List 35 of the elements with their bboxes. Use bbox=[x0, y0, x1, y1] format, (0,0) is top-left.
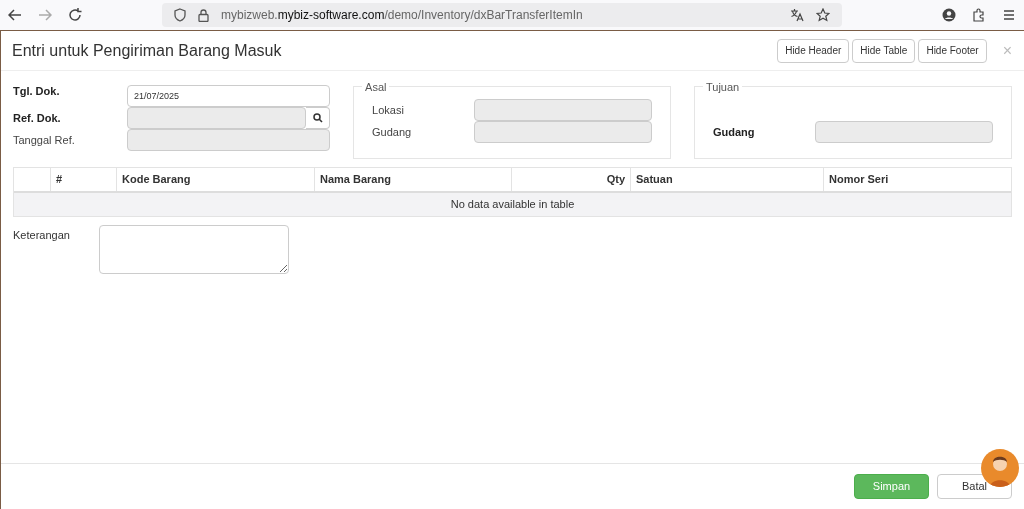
field-label: Lokasi bbox=[372, 102, 405, 118]
reload-icon[interactable] bbox=[68, 8, 82, 22]
translate-icon[interactable] bbox=[790, 8, 804, 22]
input-field[interactable] bbox=[474, 99, 653, 121]
field-label: Gudang bbox=[372, 124, 413, 140]
input-field[interactable]: 21/07/2025 bbox=[127, 85, 331, 107]
shield-icon bbox=[174, 8, 186, 22]
header-button[interactable]: Hide Table bbox=[852, 38, 916, 63]
star-icon[interactable] bbox=[816, 8, 830, 22]
notes-field[interactable] bbox=[99, 225, 289, 274]
field-label: Gudang bbox=[713, 124, 756, 140]
modal-title: Entri untuk Pengiriman Barang Masuk bbox=[12, 40, 283, 61]
lock-icon bbox=[198, 8, 209, 22]
field-label: Tgl. Dok. bbox=[13, 83, 61, 99]
field-label: Tanggal Ref. bbox=[13, 132, 76, 148]
input-field[interactable] bbox=[815, 121, 993, 143]
back-icon[interactable] bbox=[8, 8, 22, 22]
empty-table-message: No data available in table bbox=[14, 193, 1011, 216]
header-button[interactable]: Hide Header bbox=[777, 38, 850, 63]
search-icon bbox=[312, 113, 323, 123]
column-header: Qty bbox=[606, 172, 625, 188]
column-header: Nama Barang bbox=[320, 172, 391, 188]
url-text: mybizweb.mybiz-software.com/demo/Inventory/dxBarTransferItemIn bbox=[221, 7, 583, 24]
header-button[interactable]: Hide Footer bbox=[918, 38, 987, 63]
column-header: Kode Barang bbox=[122, 172, 191, 188]
column-header: # bbox=[56, 172, 63, 188]
notes-label: Keterangan bbox=[13, 228, 71, 243]
input-field[interactable] bbox=[474, 121, 653, 143]
column-header: Nomor Seri bbox=[829, 172, 889, 188]
address-bar[interactable]: mybizweb.mybiz-software.com/demo/Inventory/dxBarTransferItemIn bbox=[162, 3, 842, 27]
column-header: Satuan bbox=[636, 172, 673, 188]
menu-icon[interactable] bbox=[1002, 8, 1016, 22]
account-icon[interactable] bbox=[942, 8, 956, 22]
field-label: Ref. Dok. bbox=[13, 110, 62, 126]
extensions-icon[interactable] bbox=[972, 8, 986, 22]
